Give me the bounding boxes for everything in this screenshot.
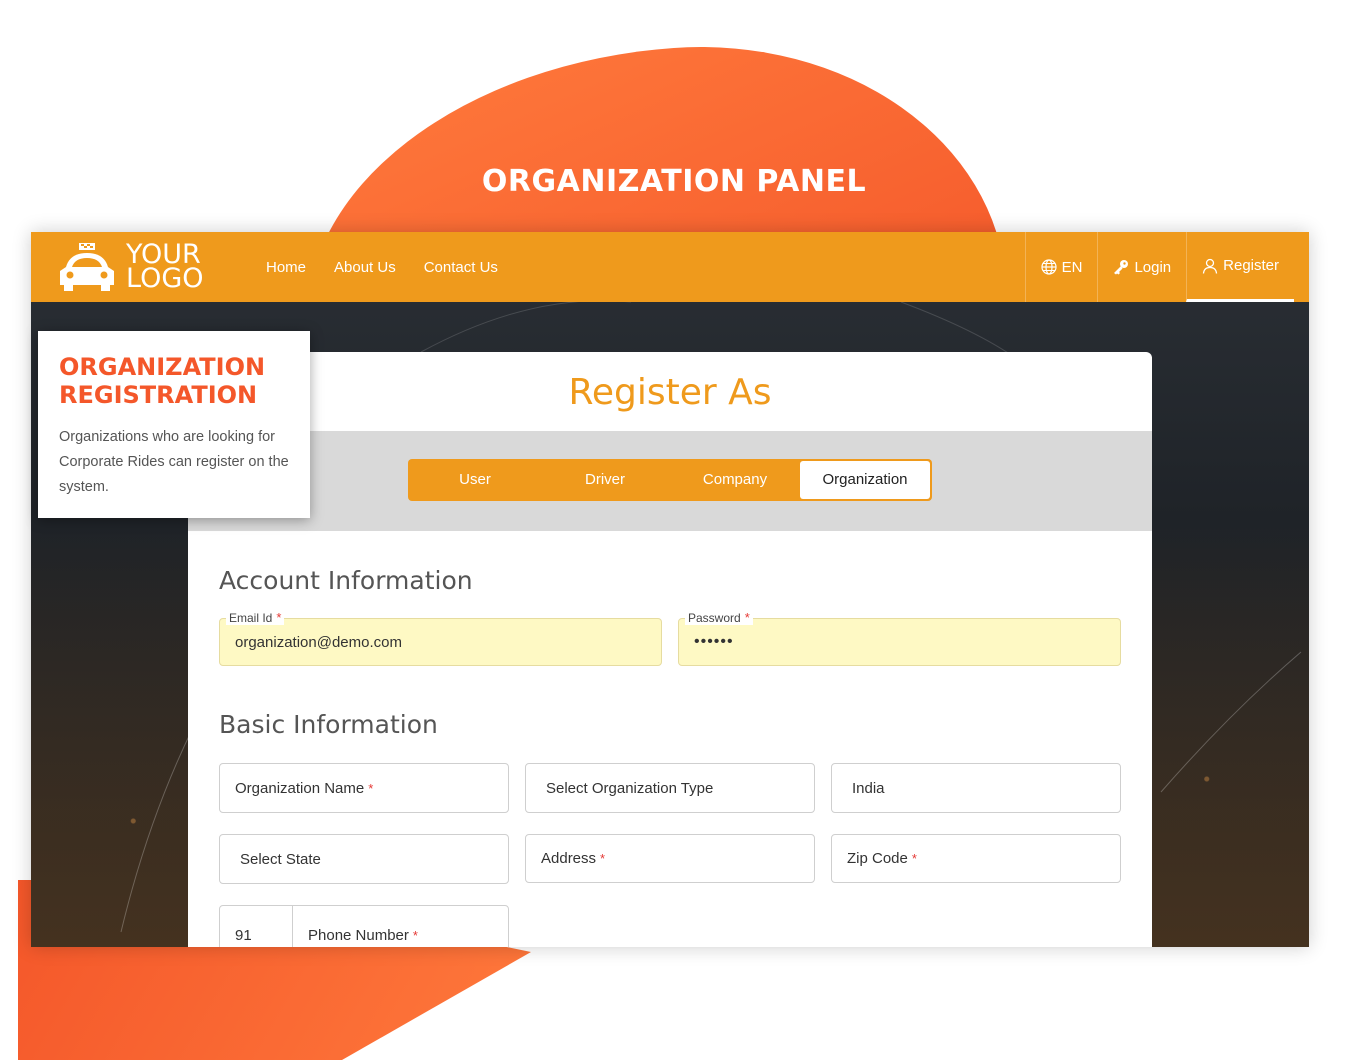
required-mark: *: [911, 851, 917, 866]
info-callout: ORGANIZATION REGISTRATION Organizations …: [38, 331, 310, 518]
account-info-heading: Account Information: [219, 566, 473, 595]
email-value: organization@demo.com: [235, 633, 402, 651]
top-navbar: YOUR LOGO Home About Us Contact Us EN Lo…: [31, 232, 1309, 302]
email-label-text: Email Id: [229, 611, 273, 625]
zip-code-placeholder: Zip Code: [847, 850, 908, 867]
organization-name-field[interactable]: Organization Name *: [219, 763, 509, 813]
phone-number-placeholder: Phone Number: [308, 926, 409, 944]
info-title-line-2: REGISTRATION: [59, 381, 258, 409]
key-icon: [1114, 260, 1129, 275]
tab-strip: User Driver Company Organization: [188, 431, 1152, 531]
phone-code-select[interactable]: 91: [219, 905, 293, 947]
user-icon: [1202, 258, 1218, 274]
state-select[interactable]: Select State: [219, 834, 509, 884]
language-selector[interactable]: EN: [1024, 232, 1098, 302]
logo-text: YOUR LOGO: [126, 241, 204, 294]
required-mark: *: [276, 610, 282, 625]
login-button[interactable]: Login: [1097, 232, 1186, 302]
address-placeholder: Address: [541, 850, 597, 867]
phone-code-value: 91: [235, 926, 252, 944]
state-value: Select State: [240, 850, 321, 868]
nav-links: Home About Us Contact Us: [266, 259, 498, 276]
tab-organization[interactable]: Organization: [800, 461, 930, 499]
register-label: Register: [1223, 257, 1279, 274]
language-label: EN: [1061, 258, 1083, 276]
register-as-title: Register As: [568, 372, 772, 413]
tab-driver[interactable]: Driver: [540, 461, 670, 499]
globe-icon: [1040, 259, 1057, 275]
password-label: Password *: [685, 610, 753, 625]
login-label: Login: [1134, 258, 1172, 276]
register-button[interactable]: Register: [1186, 232, 1294, 302]
logo[interactable]: YOUR LOGO: [56, 241, 266, 293]
tab-company[interactable]: Company: [670, 461, 800, 499]
password-field[interactable]: Password * ••••••: [678, 610, 1121, 666]
nav-right: EN Login Register: [1024, 232, 1294, 302]
password-value: ••••••: [694, 633, 734, 650]
phone-number-field[interactable]: Phone Number *: [292, 905, 509, 947]
required-mark: *: [744, 610, 750, 625]
organization-type-select[interactable]: Select Organization Type: [525, 763, 815, 813]
info-description: Organizations who are looking for Corpor…: [59, 429, 289, 495]
tab-user[interactable]: User: [410, 461, 540, 499]
info-title: ORGANIZATION REGISTRATION: [59, 353, 289, 409]
email-label: Email Id *: [226, 610, 285, 625]
nav-contact-link[interactable]: Contact Us: [424, 259, 498, 276]
address-field[interactable]: Address *: [525, 834, 815, 883]
country-select[interactable]: India: [831, 763, 1121, 813]
organization-name-placeholder: Organization Name: [235, 779, 365, 797]
organization-type-value: Select Organization Type: [546, 779, 714, 797]
role-tabs: User Driver Company Organization: [408, 459, 932, 501]
required-mark: *: [412, 927, 418, 943]
required-mark: *: [600, 851, 606, 866]
nav-home-link[interactable]: Home: [266, 259, 306, 276]
taxi-car-icon: [56, 241, 118, 293]
registration-card: Register As User Driver Company Organiza…: [188, 352, 1152, 947]
country-value: India: [852, 779, 885, 797]
nav-about-link[interactable]: About Us: [334, 259, 396, 276]
required-mark: *: [368, 780, 374, 796]
info-title-line-1: ORGANIZATION: [59, 353, 266, 381]
hero-title: ORGANIZATION PANEL: [481, 164, 867, 199]
logo-line-2: LOGO: [126, 263, 204, 294]
password-label-text: Password: [688, 611, 741, 625]
basic-info-heading: Basic Information: [219, 710, 438, 739]
zip-code-field[interactable]: Zip Code *: [831, 834, 1121, 883]
email-field[interactable]: Email Id * organization@demo.com: [219, 610, 662, 666]
